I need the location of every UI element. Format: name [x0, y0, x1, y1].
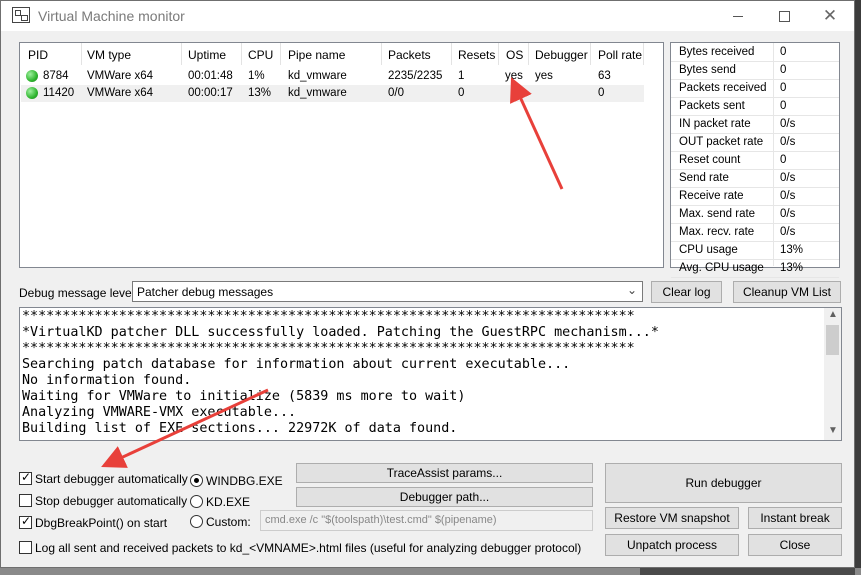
- annotation-arrow-os: [510, 77, 564, 190]
- annotation-arrow-start-debugger: [101, 388, 269, 468]
- annotation-overlay: [101, 77, 564, 468]
